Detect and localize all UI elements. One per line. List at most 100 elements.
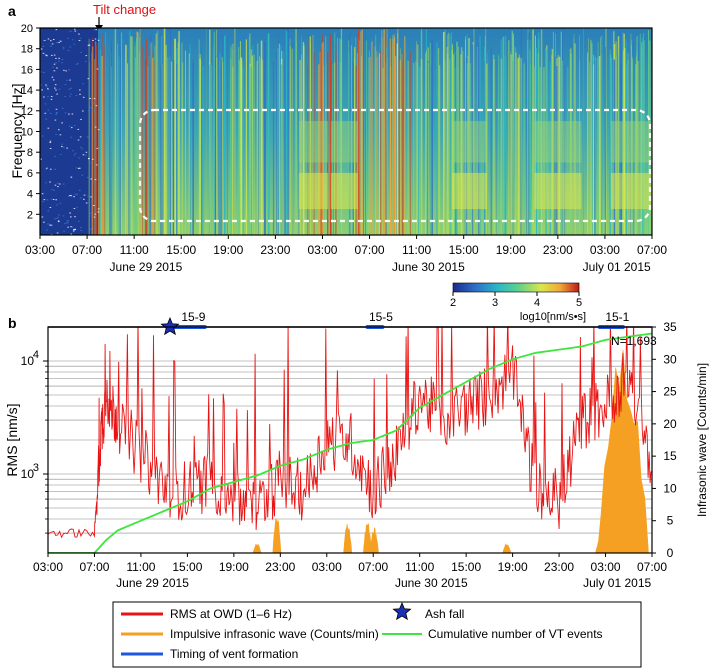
- panel-a-x-tick-label: 19:00: [213, 243, 243, 257]
- spectrogram-stripe: [145, 38, 148, 235]
- spectrogram-stripe: [272, 61, 275, 235]
- spectrogram-speckle: [75, 63, 78, 65]
- panel-b-date-label: June 29 2015: [116, 576, 189, 590]
- spectrogram-speckle: [97, 129, 100, 131]
- spectrogram-stripe: [496, 61, 497, 235]
- panel-a-y-tick-label: 2: [27, 209, 33, 221]
- panel-a-y-tick-label: 8: [27, 147, 33, 159]
- spectrogram-stripe: [396, 43, 398, 235]
- spectrogram-stripe: [363, 33, 364, 235]
- spectrogram-speckle: [97, 211, 100, 213]
- spectrogram-speckle: [49, 224, 51, 226]
- spectrogram-speckle: [73, 229, 75, 231]
- spectrogram-stripe: [504, 56, 507, 235]
- spectrogram-speckle: [56, 232, 59, 234]
- spectrogram-speckle: [61, 107, 64, 109]
- spectrogram-speckle: [54, 184, 57, 186]
- panel-b-x-tick-label: 07:00: [358, 560, 388, 574]
- spectrogram-stripe: [520, 58, 522, 235]
- spectrogram-stripe: [154, 45, 156, 235]
- spectrogram-stripe: [91, 46, 94, 235]
- spectrogram-stripe: [378, 53, 380, 235]
- spectrogram-speckle: [92, 158, 94, 160]
- spectrogram-stripe: [98, 65, 100, 235]
- spectrogram-speckle: [43, 72, 45, 73]
- spectrogram-speckle: [89, 162, 91, 164]
- spectrogram-speckle: [43, 221, 45, 223]
- spectrogram-speckle: [93, 216, 96, 218]
- spectrogram-speckle: [74, 216, 76, 218]
- spectrogram-speckle: [97, 66, 100, 68]
- spectrogram-speckle: [50, 224, 53, 226]
- spectrogram-speckle: [47, 223, 49, 225]
- spectrogram-speckle: [93, 29, 96, 31]
- spectrogram-band: [610, 121, 652, 163]
- spectrogram-speckle: [92, 227, 95, 229]
- spectrogram-stripe: [394, 37, 396, 235]
- spectrogram-stripe: [291, 48, 293, 235]
- spectrogram-speckle: [79, 89, 81, 91]
- spectrogram-speckle: [61, 58, 64, 60]
- spectrogram-speckle: [61, 143, 63, 145]
- spectrogram-stripe: [242, 66, 244, 235]
- spectrogram-band: [451, 121, 488, 163]
- spectrogram-speckle: [43, 96, 45, 98]
- panel-a-x-tick-label: 15:00: [166, 243, 196, 257]
- spectrogram-stripe: [245, 39, 247, 235]
- legend-ash-label: Ash fall: [425, 607, 464, 621]
- panel-b-x-tick-label: 23:00: [544, 560, 574, 574]
- spectrogram-speckle: [66, 222, 68, 224]
- spectrogram-speckle: [47, 96, 49, 98]
- panel-b-right-axis: 0 5 10 15 20 25 30 35: [652, 320, 677, 560]
- spectrogram-speckle: [79, 189, 81, 191]
- spectrogram-stripe: [127, 63, 129, 235]
- spectrogram-speckle: [74, 152, 77, 154]
- spectrogram-speckle: [55, 114, 57, 115]
- spectrogram-stripe: [230, 58, 232, 235]
- spectrogram-speckle: [77, 128, 80, 130]
- spectrogram-stripe: [238, 46, 240, 235]
- panel-a-x-tick-label: 11:00: [402, 243, 431, 257]
- spectrogram-speckle: [89, 98, 91, 99]
- panel-b-right-tick-label: 5: [667, 514, 674, 528]
- spectrogram-speckle: [70, 216, 72, 218]
- panel-b-right-tick-label: 30: [663, 352, 677, 366]
- spectrogram-speckle: [69, 30, 72, 32]
- spectrogram-stripe: [267, 33, 270, 235]
- spectrogram-speckle: [58, 129, 60, 131]
- spectrogram-speckle: [47, 88, 49, 90]
- spectrogram-speckle: [58, 60, 60, 62]
- spectrogram-speckle: [79, 197, 82, 199]
- spectrogram-stripe: [174, 38, 176, 235]
- spectrogram-speckle: [47, 109, 50, 111]
- spectrogram-stripe: [128, 63, 130, 235]
- spectrogram-stripe: [160, 66, 162, 235]
- spectrogram-speckle: [43, 39, 45, 41]
- spectrogram-speckle: [80, 118, 82, 120]
- spectrogram-stripe: [281, 64, 282, 235]
- spectrogram-speckle: [85, 154, 87, 156]
- spectrogram-speckle: [56, 182, 59, 184]
- spectrogram-stripe: [498, 55, 500, 235]
- colorbar-tick-label: 2: [450, 297, 456, 309]
- ash-fall-star-icon: [160, 316, 180, 336]
- spectrogram-speckle: [73, 208, 76, 209]
- spectrogram-band: [451, 172, 488, 210]
- spectrogram-stripe: [601, 35, 603, 235]
- spectrogram-stripe: [404, 36, 406, 235]
- spectrogram-stripe: [436, 42, 438, 235]
- infrasound-bar: [369, 527, 379, 553]
- spectrogram-stripe: [449, 34, 451, 235]
- panel-b-x-tick-label: 11:00: [405, 560, 434, 574]
- colorbar: [452, 282, 580, 293]
- spectrogram-stripe: [192, 62, 194, 235]
- spectrogram-speckle: [59, 202, 62, 204]
- spectrogram-speckle: [90, 215, 93, 217]
- spectrogram-band: [330, 121, 358, 163]
- panel-b-x-axis: 03:00 07:00 11:00 15:00 19:00 23:00 03:00 07:00…: [33, 553, 667, 590]
- colorbar-tick-label: 5: [576, 297, 582, 309]
- spectrogram-stripe: [96, 42, 99, 235]
- spectrogram-stripe: [218, 33, 220, 235]
- spectrogram-stripe: [264, 38, 266, 235]
- spectrogram-speckle: [70, 226, 72, 228]
